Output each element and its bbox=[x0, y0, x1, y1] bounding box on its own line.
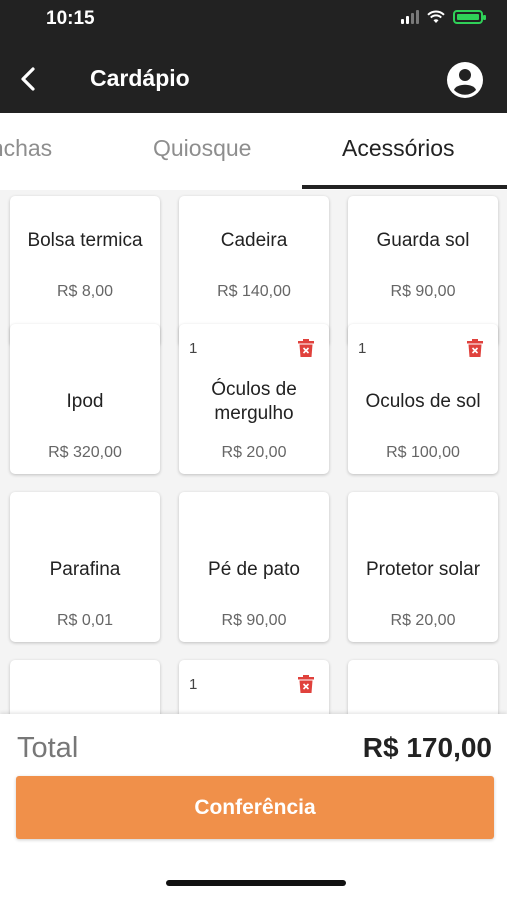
order-footer: Total R$ 170,00 Conferência bbox=[0, 714, 507, 900]
product-name: Oculos de sol bbox=[365, 391, 481, 412]
product-price: R$ 320,00 bbox=[48, 444, 122, 461]
product-name: Parafina bbox=[49, 559, 121, 580]
tab-quiosque[interactable]: Quiosque bbox=[153, 135, 251, 162]
quantity-badge: 1 bbox=[358, 340, 367, 357]
delete-icon[interactable] bbox=[298, 339, 314, 357]
tab-pranchas[interactable]: Pranchas bbox=[0, 135, 52, 162]
quantity-badge: 1 bbox=[189, 676, 198, 693]
product-price: R$ 20,00 bbox=[390, 612, 456, 629]
product-name: Guarda sol bbox=[376, 230, 470, 251]
quantity-badge: 1 bbox=[189, 340, 198, 357]
product-price: R$ 140,00 bbox=[217, 283, 291, 300]
product-name: Óculos de mergulho bbox=[211, 379, 297, 424]
delete-icon[interactable] bbox=[467, 339, 483, 357]
product-grid: Bolsa termica R$ 8,00 Cadeira R$ 140,00 … bbox=[0, 190, 507, 715]
account-circle-icon[interactable] bbox=[446, 61, 484, 99]
battery-icon bbox=[453, 10, 486, 24]
product-card[interactable]: Parafina R$ 0,01 bbox=[10, 492, 160, 642]
conferencia-button[interactable]: Conferência bbox=[16, 776, 494, 839]
product-name: Pé de pato bbox=[208, 559, 300, 580]
app-header: 10:15 Cardápio bbox=[0, 0, 507, 113]
product-name: Bolsa termica bbox=[27, 230, 143, 251]
product-price: R$ 20,00 bbox=[221, 444, 287, 461]
product-price: R$ 0,01 bbox=[56, 612, 114, 629]
product-name: Cadeira bbox=[220, 230, 288, 251]
total-value: R$ 170,00 bbox=[362, 732, 492, 763]
product-price: R$ 100,00 bbox=[386, 444, 460, 461]
product-card[interactable]: 1 Óculos de mergulho R$ 20,00 bbox=[179, 324, 329, 474]
product-card[interactable]: 1 bbox=[179, 660, 329, 715]
status-time: 10:15 bbox=[46, 8, 95, 29]
signal-icon bbox=[401, 10, 419, 24]
product-price: R$ 90,00 bbox=[390, 283, 456, 300]
tab-acessorios[interactable]: Acessórios bbox=[342, 135, 454, 162]
chevron-left-icon[interactable] bbox=[14, 64, 44, 94]
product-card[interactable]: Pé de pato R$ 90,00 bbox=[179, 492, 329, 642]
delete-icon[interactable] bbox=[298, 675, 314, 693]
page-title: Cardápio bbox=[90, 65, 190, 91]
product-name: Protetor solar bbox=[365, 559, 481, 580]
product-card[interactable] bbox=[348, 660, 498, 715]
home-indicator[interactable] bbox=[166, 880, 346, 886]
status-icons bbox=[401, 10, 486, 24]
product-card[interactable]: Ipod R$ 320,00 bbox=[10, 324, 160, 474]
product-card[interactable]: Protetor solar R$ 20,00 bbox=[348, 492, 498, 642]
product-price: R$ 90,00 bbox=[221, 612, 287, 629]
total-label: Total bbox=[17, 732, 79, 764]
product-price: R$ 8,00 bbox=[56, 283, 114, 300]
product-card[interactable] bbox=[10, 660, 160, 715]
wifi-icon bbox=[427, 10, 445, 23]
category-tabs: Pranchas Quiosque Acessórios bbox=[0, 113, 507, 190]
active-tab-indicator bbox=[302, 185, 507, 189]
product-name: Ipod bbox=[66, 391, 104, 412]
product-card[interactable]: 1 Oculos de sol R$ 100,00 bbox=[348, 324, 498, 474]
